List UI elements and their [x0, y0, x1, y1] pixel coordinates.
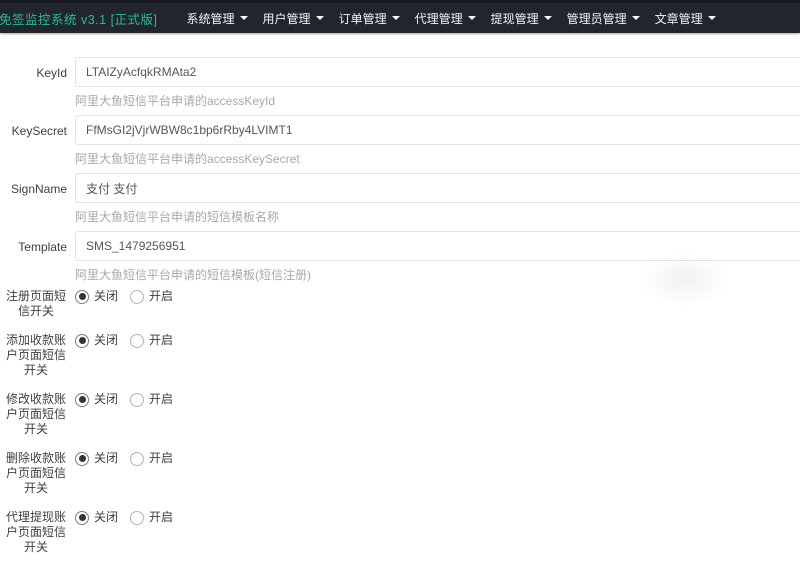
radio-switch-row: 注册页面短信开关 关闭 开启 — [0, 289, 800, 319]
field-control: 阿里大鱼短信平台申请的accessKeyId — [75, 57, 800, 106]
radio-icon — [75, 452, 89, 466]
radio-option-label: 关闭 — [94, 451, 118, 466]
nav-item-label: 系统管理 — [187, 10, 235, 27]
nav-menu: 系统管理 用户管理 订单管理 代理管理 提现管理 管理员管理 文章管理 — [180, 3, 724, 33]
nav-item-label: 提现管理 — [491, 10, 539, 27]
text-input[interactable] — [75, 57, 800, 87]
nav-menu-item[interactable]: 订单管理 — [332, 3, 407, 33]
switches-section: 注册页面短信开关 关闭 开启 添加收款账户页面短信开关 关闭 开启 — [0, 289, 800, 555]
chevron-down-icon — [632, 16, 640, 20]
chevron-down-icon — [708, 16, 716, 20]
field-label: KeySecret — [0, 115, 67, 164]
radio-icon — [75, 290, 89, 304]
chevron-down-icon — [468, 16, 476, 20]
radio-option-label: 关闭 — [94, 289, 118, 304]
radio-option-on[interactable]: 开启 — [130, 451, 173, 466]
nav-menu-item[interactable]: 系统管理 — [180, 3, 255, 33]
radio-icon — [130, 393, 144, 407]
radio-option-off[interactable]: 关闭 — [75, 392, 118, 407]
radio-icon — [130, 290, 144, 304]
nav-menu-item[interactable]: 提现管理 — [484, 3, 559, 33]
nav-item-label: 管理员管理 — [567, 10, 627, 27]
chevron-down-icon — [316, 16, 324, 20]
radio-icon — [75, 511, 89, 525]
chevron-down-icon — [392, 16, 400, 20]
radio-option-off[interactable]: 关闭 — [75, 333, 118, 348]
radio-option-label: 开启 — [149, 392, 173, 407]
radio-switch-row: 添加收款账户页面短信开关 关闭 开启 — [0, 333, 800, 378]
form-field-row: KeyId 阿里大鱼短信平台申请的accessKeyId — [0, 57, 800, 106]
radio-group: 关闭 开启 — [75, 451, 800, 496]
radio-option-off[interactable]: 关闭 — [75, 510, 118, 525]
text-input[interactable] — [75, 173, 800, 203]
sms-settings-form: KeyId 阿里大鱼短信平台申请的accessKeyId KeySecret 阿… — [0, 33, 800, 555]
nav-item-label: 用户管理 — [263, 10, 311, 27]
radio-option-off[interactable]: 关闭 — [75, 289, 118, 304]
nav-menu-item[interactable]: 管理员管理 — [560, 3, 647, 33]
radio-group: 关闭 开启 — [75, 392, 800, 437]
switch-label: 删除收款账户页面短信开关 — [0, 451, 67, 496]
radio-group: 关闭 开启 — [75, 510, 800, 555]
radio-icon — [75, 334, 89, 348]
chevron-down-icon — [544, 16, 552, 20]
nav-menu-item[interactable]: 文章管理 — [648, 3, 723, 33]
radio-icon — [130, 334, 144, 348]
field-help-text: 阿里大鱼短信平台申请的短信模板(短信注册) — [75, 266, 800, 280]
text-input[interactable] — [75, 231, 800, 261]
field-label: SignName — [0, 173, 67, 222]
radio-group: 关闭 开启 — [75, 289, 800, 319]
field-control: 阿里大鱼短信平台申请的accessKeySecret — [75, 115, 800, 164]
nav-menu-item[interactable]: 代理管理 — [408, 3, 483, 33]
radio-option-on[interactable]: 开启 — [130, 289, 173, 304]
radio-option-label: 关闭 — [94, 510, 118, 525]
top-navbar: 免签监控系统 v3.1 [正式版] 系统管理 用户管理 订单管理 代理管理 提现… — [0, 0, 800, 33]
switch-label: 注册页面短信开关 — [0, 289, 67, 319]
radio-icon — [130, 452, 144, 466]
radio-group: 关闭 开启 — [75, 333, 800, 378]
field-help-text: 阿里大鱼短信平台申请的短信模板名称 — [75, 208, 800, 222]
radio-option-label: 开启 — [149, 451, 173, 466]
radio-option-on[interactable]: 开启 — [130, 510, 173, 525]
form-field-row: SignName 阿里大鱼短信平台申请的短信模板名称 — [0, 173, 800, 222]
nav-item-label: 文章管理 — [655, 10, 703, 27]
switch-label: 添加收款账户页面短信开关 — [0, 333, 67, 378]
radio-option-label: 开启 — [149, 510, 173, 525]
radio-switch-row: 修改收款账户页面短信开关 关闭 开启 — [0, 392, 800, 437]
field-control: 阿里大鱼短信平台申请的短信模板名称 — [75, 173, 800, 222]
radio-option-label: 关闭 — [94, 333, 118, 348]
switch-label: 代理提现账户页面短信开关 — [0, 510, 67, 555]
radio-option-on[interactable]: 开启 — [130, 333, 173, 348]
nav-item-label: 订单管理 — [339, 10, 387, 27]
brand-title[interactable]: 免签监控系统 v3.1 [正式版] — [0, 9, 158, 28]
text-input[interactable] — [75, 115, 800, 145]
field-label: KeyId — [0, 57, 67, 106]
radio-option-label: 关闭 — [94, 392, 118, 407]
field-label: Template — [0, 231, 67, 280]
radio-switch-row: 代理提现账户页面短信开关 关闭 开启 — [0, 510, 800, 555]
radio-option-label: 开启 — [149, 289, 173, 304]
radio-option-off[interactable]: 关闭 — [75, 451, 118, 466]
switch-label: 修改收款账户页面短信开关 — [0, 392, 67, 437]
radio-switch-row: 删除收款账户页面短信开关 关闭 开启 — [0, 451, 800, 496]
form-field-row: KeySecret 阿里大鱼短信平台申请的accessKeySecret — [0, 115, 800, 164]
text-fields-section: KeyId 阿里大鱼短信平台申请的accessKeyId KeySecret 阿… — [0, 57, 800, 280]
radio-icon — [75, 393, 89, 407]
field-control: 阿里大鱼短信平台申请的短信模板(短信注册) — [75, 231, 800, 280]
form-field-row: Template 阿里大鱼短信平台申请的短信模板(短信注册) — [0, 231, 800, 280]
radio-option-label: 开启 — [149, 333, 173, 348]
chevron-down-icon — [240, 16, 248, 20]
radio-option-on[interactable]: 开启 — [130, 392, 173, 407]
nav-item-label: 代理管理 — [415, 10, 463, 27]
field-help-text: 阿里大鱼短信平台申请的accessKeyId — [75, 92, 800, 106]
nav-menu-item[interactable]: 用户管理 — [256, 3, 331, 33]
field-help-text: 阿里大鱼短信平台申请的accessKeySecret — [75, 150, 800, 164]
radio-icon — [130, 511, 144, 525]
